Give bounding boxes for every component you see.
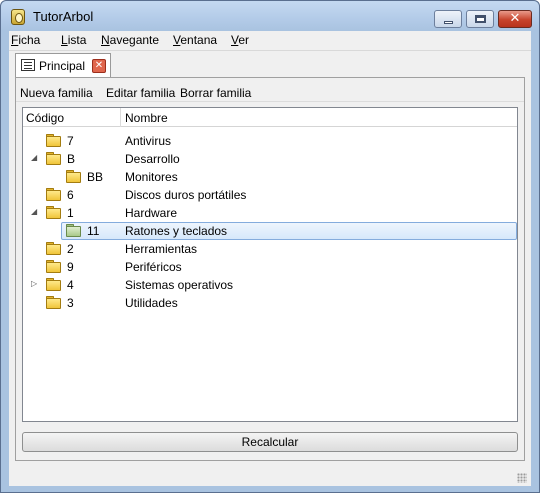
minimize-icon (444, 21, 453, 24)
tree-row[interactable]: 2 Herramientas (23, 240, 517, 258)
tree-row[interactable]: ◢ B Desarrollo (23, 150, 517, 168)
menu-ficha-label: icha (18, 33, 41, 47)
expander-icon[interactable]: ◢ (31, 154, 39, 162)
menu-ventana[interactable]: Ventana (173, 33, 217, 47)
toolbar: Nueva familia Editar familia Borrar fami… (16, 84, 524, 102)
row-code: 11 (87, 224, 100, 238)
menu-navegante-label: avegante (109, 33, 160, 47)
client-area: Ficha Lista Navegante Ventana Ver Princi… (9, 31, 531, 486)
row-name: Herramientas (125, 242, 198, 256)
folder-icon (66, 170, 81, 183)
row-name: Monitores (125, 170, 178, 184)
row-code: 3 (67, 296, 74, 310)
folder-icon (66, 224, 81, 237)
tree-row[interactable]: 3 Utilidades (23, 294, 517, 312)
expander-icon[interactable] (31, 262, 39, 270)
new-family-button[interactable]: Nueva familia (20, 86, 93, 100)
tree-row-selected[interactable]: 11 Ratones y teclados (23, 222, 517, 240)
menu-bar: Ficha Lista Navegante Ventana Ver (9, 31, 531, 51)
recalculate-button[interactable]: Recalcular (22, 432, 518, 452)
tab-principal-label: Principal (39, 59, 86, 73)
menu-lista-mnemonic: L (61, 33, 68, 47)
folder-icon (46, 152, 61, 165)
tab-principal[interactable]: Principal ✕ (15, 53, 111, 77)
folder-icon (46, 134, 61, 147)
expander-icon[interactable] (49, 226, 57, 234)
menu-ventana-label: entana (180, 33, 218, 47)
tree-row[interactable]: BB Monitores (23, 168, 517, 186)
row-code: BB (87, 170, 104, 184)
menu-navegante[interactable]: Navegante (101, 33, 159, 47)
tab-strip: Principal ✕ (9, 52, 531, 77)
expander-icon[interactable] (49, 172, 57, 180)
family-tree[interactable]: Código Nombre 7 Antivirus ◢ B Desarrollo (22, 107, 518, 422)
expander-icon[interactable]: ▷ (31, 280, 39, 288)
expander-icon[interactable] (31, 244, 39, 252)
folder-icon (46, 188, 61, 201)
title-bar[interactable]: TutorArbol ✕ (1, 1, 539, 31)
row-name: Periféricos (125, 260, 182, 274)
row-code: B (67, 152, 76, 166)
form-icon (21, 59, 35, 71)
window-title: TutorArbol (33, 9, 94, 24)
column-divider[interactable] (120, 108, 121, 127)
row-code: 7 (67, 134, 74, 148)
tree-row[interactable]: 9 Periféricos (23, 258, 517, 276)
close-button[interactable]: ✕ (498, 10, 532, 28)
tree-row[interactable]: ▷ 4 Sistemas operativos (23, 276, 517, 294)
column-code-header[interactable]: Código (26, 111, 64, 125)
menu-lista[interactable]: Lista (61, 33, 86, 47)
column-name-header[interactable]: Nombre (125, 111, 168, 125)
edit-family-button[interactable]: Editar familia (106, 86, 175, 100)
tree-row[interactable]: ◢ 1 Hardware (23, 204, 517, 222)
row-name: Desarrollo (125, 152, 180, 166)
maximize-button[interactable] (466, 10, 494, 28)
row-code: 4 (67, 278, 74, 292)
tree-row[interactable]: 7 Antivirus (23, 132, 517, 150)
resize-grip-icon[interactable] (517, 473, 527, 483)
delete-family-button[interactable]: Borrar familia (180, 86, 251, 100)
menu-ver-label: er (238, 33, 250, 47)
row-name: Sistemas operativos (125, 278, 234, 292)
menu-lista-label: ista (67, 33, 87, 47)
folder-icon (46, 296, 61, 309)
row-code: 2 (67, 242, 74, 256)
folder-icon (46, 260, 61, 273)
app-icon (11, 9, 25, 25)
row-code: 1 (67, 206, 74, 220)
row-code: 6 (67, 188, 74, 202)
minimize-button[interactable] (434, 10, 462, 28)
maximize-icon (475, 15, 486, 23)
row-name: Hardware (125, 206, 178, 220)
tree-row[interactable]: 6 Discos duros portátiles (23, 186, 517, 204)
row-name: Discos duros portátiles (125, 188, 247, 202)
expander-icon[interactable]: ◢ (31, 208, 39, 216)
row-name: Antivirus (125, 134, 172, 148)
folder-icon (46, 278, 61, 291)
expander-icon[interactable] (31, 136, 39, 144)
row-name: Ratones y teclados (125, 224, 228, 238)
folder-icon (46, 206, 61, 219)
app-window: TutorArbol ✕ Ficha Lista Navegante Venta… (0, 0, 540, 493)
expander-icon[interactable] (31, 298, 39, 306)
tab-close-icon[interactable]: ✕ (92, 59, 106, 73)
tree-header: Código Nombre (23, 108, 517, 127)
close-icon: ✕ (509, 11, 521, 26)
menu-ver[interactable]: Ver (231, 33, 249, 47)
principal-panel: Nueva familia Editar familia Borrar fami… (15, 77, 525, 461)
menu-navegante-mnemonic: N (101, 33, 110, 47)
expander-icon[interactable] (31, 190, 39, 198)
menu-ficha[interactable]: Ficha (11, 33, 40, 47)
row-code: 9 (67, 260, 74, 274)
folder-icon (46, 242, 61, 255)
row-name: Utilidades (125, 296, 178, 310)
status-bar (9, 467, 531, 486)
